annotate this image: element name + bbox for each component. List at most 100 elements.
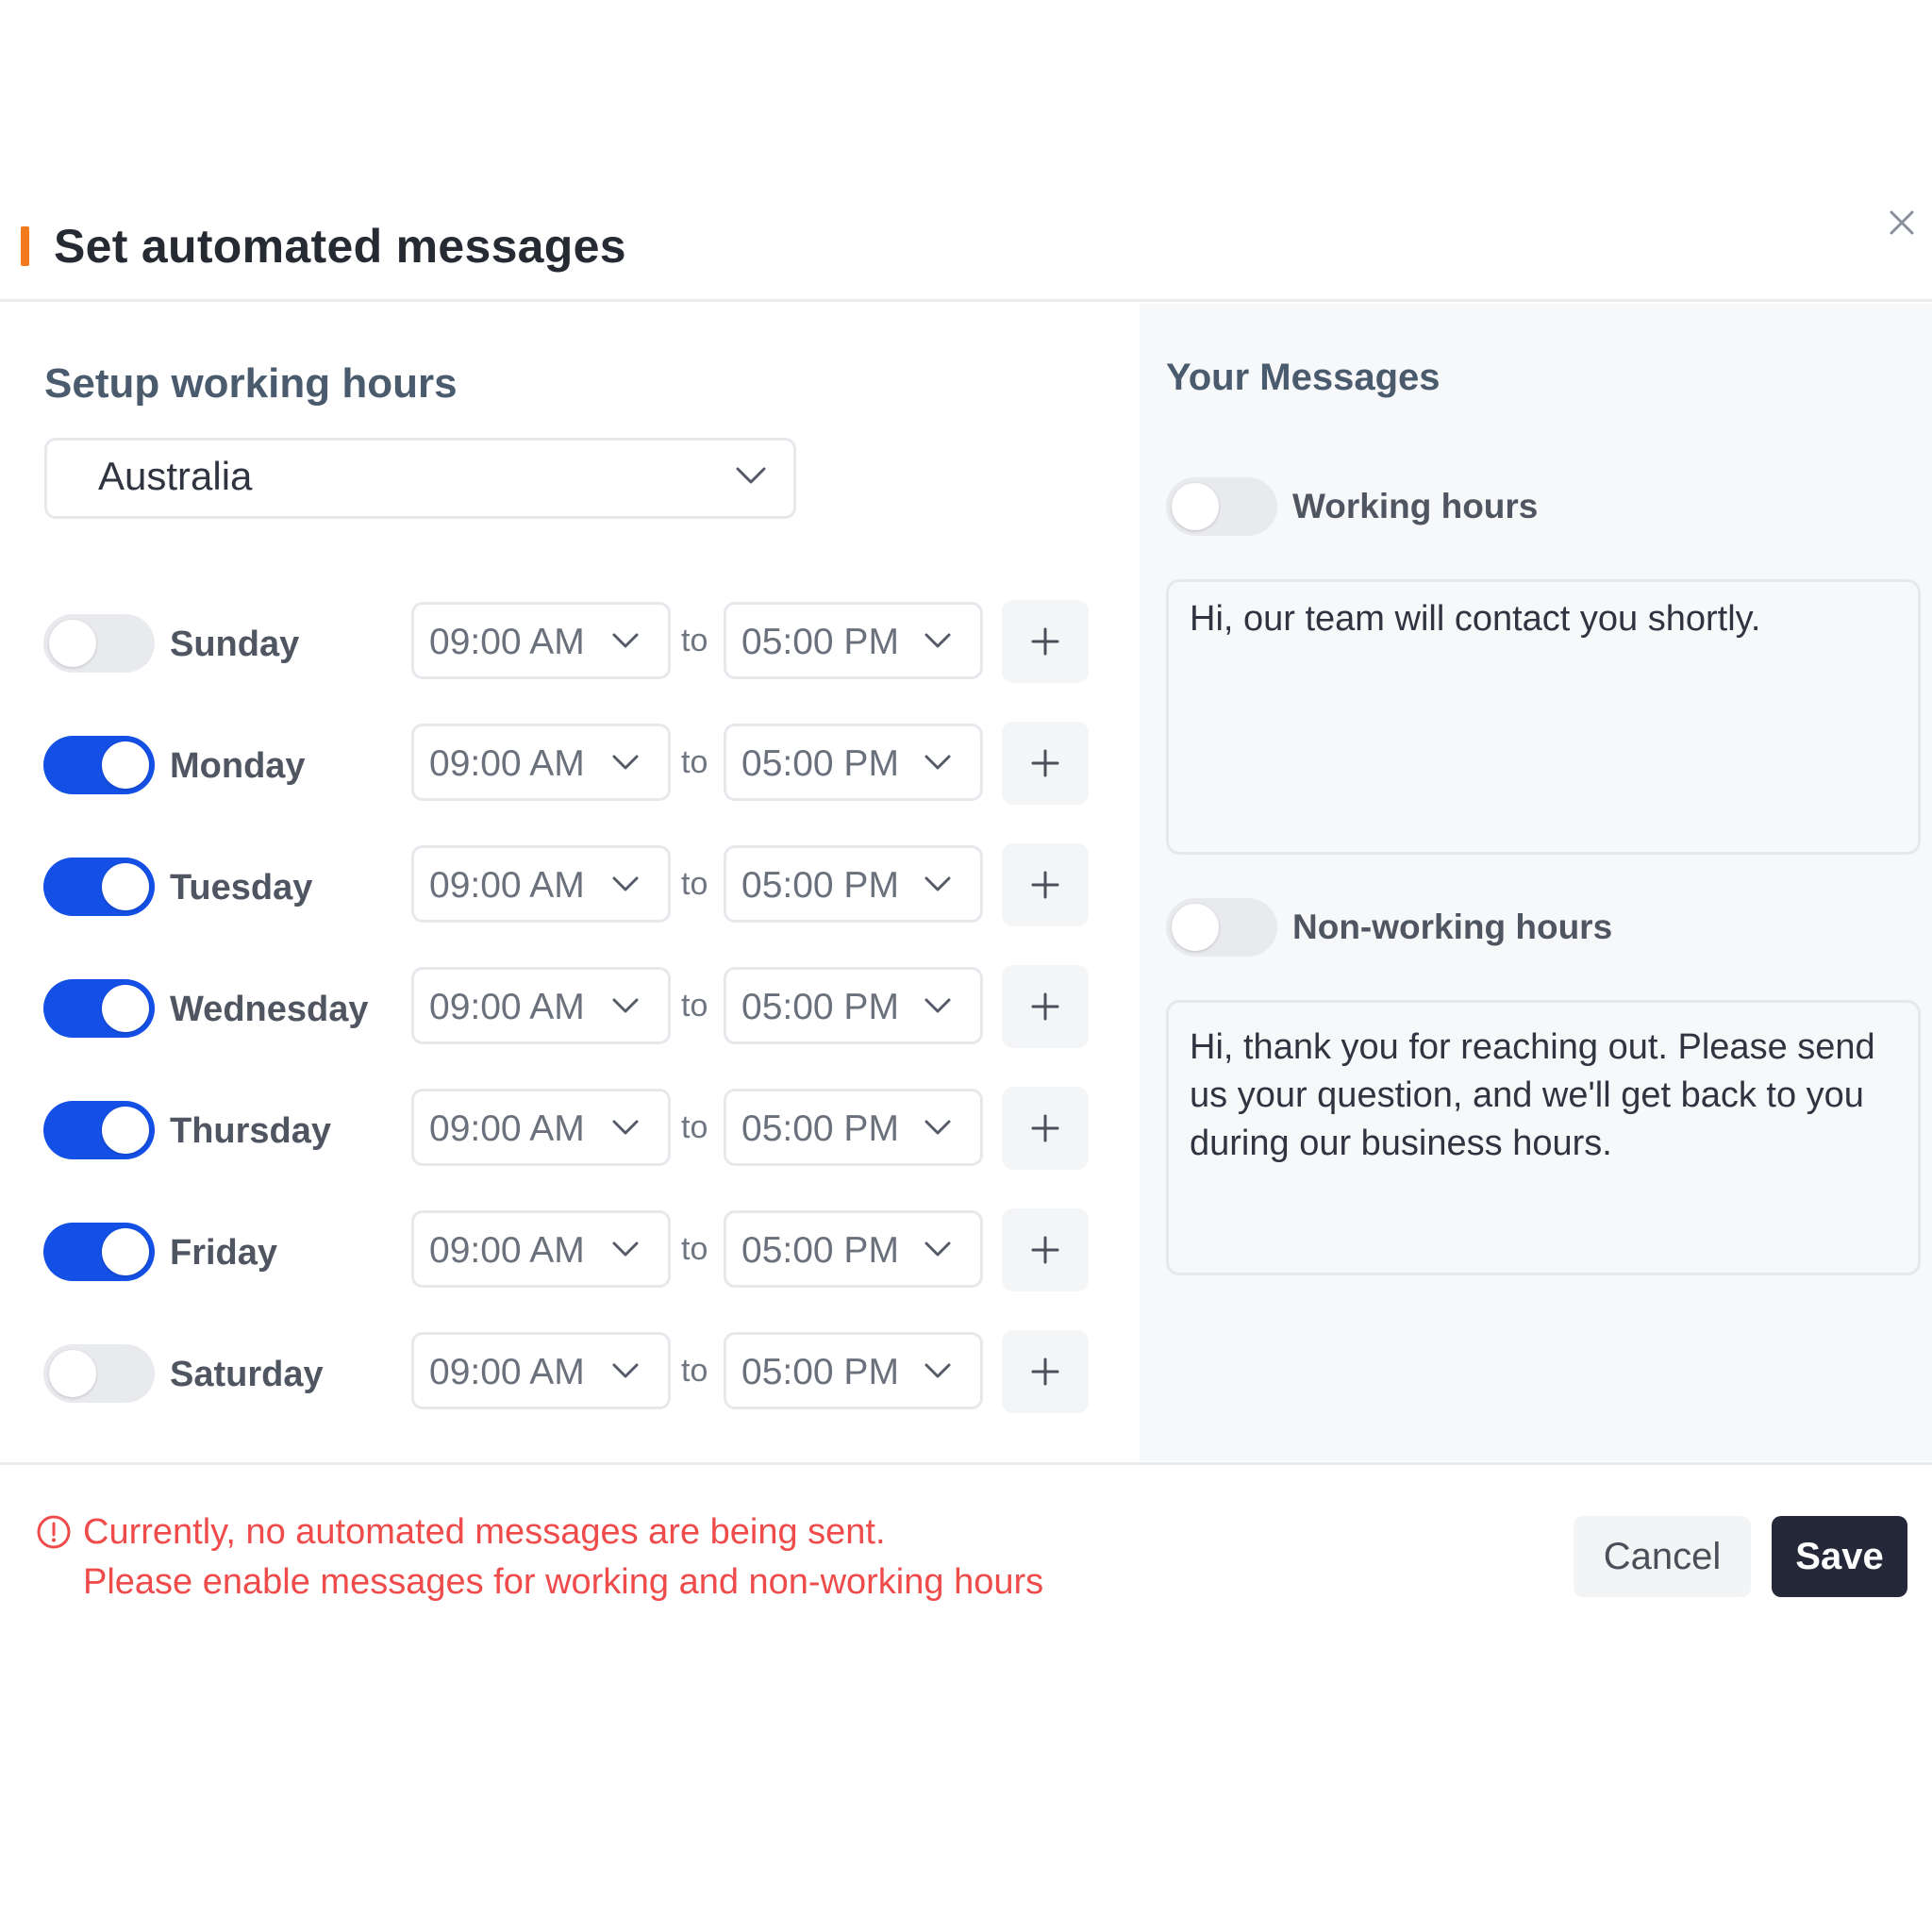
end-time-select[interactable]: 05:00 PM — [724, 1210, 983, 1288]
end-time-select[interactable]: 05:00 PM — [724, 967, 983, 1044]
dialog-title: Set automated messages — [54, 220, 626, 273]
chevron-down-icon — [924, 633, 951, 648]
start-time-value: 09:00 AM — [429, 987, 585, 1027]
start-time-select[interactable]: 09:00 AM — [411, 845, 671, 923]
messages-section-title: Your Messages — [1166, 357, 1441, 398]
end-time-value: 05:00 PM — [741, 1352, 899, 1392]
add-time-range-button[interactable] — [1002, 600, 1089, 683]
toggle-knob — [49, 620, 96, 667]
start-time-select[interactable]: 09:00 AM — [411, 1089, 671, 1166]
day-toggle-monday[interactable] — [43, 736, 155, 794]
day-row-wednesday: Wednesday 09:00 AM to 05:00 PM — [0, 965, 1140, 1048]
working-hours-message-textarea[interactable]: Hi, our team will contact you shortly. — [1166, 579, 1921, 855]
end-time-value: 05:00 PM — [741, 987, 899, 1027]
to-label: to — [681, 1231, 708, 1267]
day-row-sunday: Sunday 09:00 AM to 05:00 PM — [0, 600, 1140, 683]
day-row-saturday: Saturday 09:00 AM to 05:00 PM — [0, 1330, 1140, 1413]
working-hours-panel: Setup working hours Australia Sunday 09:0… — [0, 304, 1140, 1461]
end-time-select[interactable]: 05:00 PM — [724, 845, 983, 923]
start-time-value: 09:00 AM — [429, 1108, 585, 1149]
chevron-down-icon — [924, 755, 951, 770]
plus-icon — [1031, 1357, 1059, 1386]
start-time-value: 09:00 AM — [429, 622, 585, 662]
plus-icon — [1031, 871, 1059, 899]
end-time-select[interactable]: 05:00 PM — [724, 1089, 983, 1166]
add-time-range-button[interactable] — [1002, 843, 1089, 926]
chevron-down-icon — [612, 998, 639, 1013]
cancel-button[interactable]: Cancel — [1574, 1516, 1751, 1597]
messages-panel: Your Messages Working hours Hi, our team… — [1140, 304, 1932, 1461]
chevron-down-icon — [612, 633, 639, 648]
plus-icon — [1031, 627, 1059, 656]
start-time-value: 09:00 AM — [429, 865, 585, 906]
toggle-knob — [102, 985, 149, 1032]
add-time-range-button[interactable] — [1002, 1208, 1089, 1291]
non-working-hours-message-toggle[interactable] — [1166, 898, 1277, 957]
add-time-range-button[interactable] — [1002, 722, 1089, 805]
day-row-thursday: Thursday 09:00 AM to 05:00 PM — [0, 1087, 1140, 1170]
day-label: Saturday — [170, 1355, 324, 1394]
chevron-down-icon — [612, 1120, 639, 1135]
toggle-knob — [102, 741, 149, 789]
toggle-knob — [1172, 904, 1219, 951]
to-label: to — [681, 1109, 708, 1145]
to-label: to — [681, 744, 708, 780]
day-label: Wednesday — [170, 990, 369, 1029]
warning-message-line1: Currently, no automated messages are bei… — [83, 1512, 886, 1552]
day-toggle-sunday[interactable] — [43, 614, 155, 673]
chevron-down-icon — [612, 755, 639, 770]
day-row-monday: Monday 09:00 AM to 05:00 PM — [0, 722, 1140, 805]
alert-circle-icon — [37, 1515, 71, 1549]
day-row-friday: Friday 09:00 AM to 05:00 PM — [0, 1208, 1140, 1291]
start-time-select[interactable]: 09:00 AM — [411, 602, 671, 679]
dialog-footer: Currently, no automated messages are bei… — [0, 1462, 1932, 1604]
non-working-hours-message-textarea[interactable]: Hi, thank you for reaching out. Please s… — [1166, 1000, 1921, 1275]
end-time-select[interactable]: 05:00 PM — [724, 1332, 983, 1409]
add-time-range-button[interactable] — [1002, 1087, 1089, 1170]
start-time-select[interactable]: 09:00 AM — [411, 724, 671, 801]
chevron-down-icon — [612, 1363, 639, 1378]
close-icon — [1890, 210, 1914, 235]
day-toggle-thursday[interactable] — [43, 1101, 155, 1159]
plus-icon — [1031, 992, 1059, 1021]
chevron-down-icon — [924, 876, 951, 891]
add-time-range-button[interactable] — [1002, 965, 1089, 1048]
day-toggle-wednesday[interactable] — [43, 979, 155, 1038]
toggle-knob — [102, 1107, 149, 1154]
working-hours-message-toggle[interactable] — [1166, 477, 1277, 536]
automated-messages-dialog: Set automated messages Setup working hou… — [0, 0, 1932, 1932]
save-button[interactable]: Save — [1772, 1516, 1907, 1597]
plus-icon — [1031, 749, 1059, 777]
day-label: Sunday — [170, 625, 300, 664]
day-row-tuesday: Tuesday 09:00 AM to 05:00 PM — [0, 843, 1140, 926]
close-button[interactable] — [1883, 204, 1921, 242]
non-working-hours-message-label: Non-working hours — [1292, 908, 1613, 946]
to-label: to — [681, 1353, 708, 1389]
chevron-down-icon — [924, 998, 951, 1013]
end-time-select[interactable]: 05:00 PM — [724, 724, 983, 801]
day-label: Friday — [170, 1233, 278, 1273]
day-toggle-friday[interactable] — [43, 1223, 155, 1281]
plus-icon — [1031, 1236, 1059, 1264]
day-label: Thursday — [170, 1111, 332, 1151]
end-time-select[interactable]: 05:00 PM — [724, 602, 983, 679]
toggle-knob — [102, 863, 149, 910]
start-time-select[interactable]: 09:00 AM — [411, 967, 671, 1044]
day-label: Tuesday — [170, 868, 313, 908]
start-time-select[interactable]: 09:00 AM — [411, 1210, 671, 1288]
start-time-select[interactable]: 09:00 AM — [411, 1332, 671, 1409]
chevron-down-icon — [924, 1241, 951, 1257]
day-toggle-tuesday[interactable] — [43, 858, 155, 916]
add-time-range-button[interactable] — [1002, 1330, 1089, 1413]
toggle-knob — [1172, 483, 1219, 530]
start-time-value: 09:00 AM — [429, 1352, 585, 1392]
dialog-header: Set automated messages — [0, 198, 1932, 302]
end-time-value: 05:00 PM — [741, 622, 899, 662]
end-time-value: 05:00 PM — [741, 1108, 899, 1149]
region-select[interactable]: Australia — [44, 438, 796, 519]
day-toggle-saturday[interactable] — [43, 1344, 155, 1403]
chevron-down-icon — [612, 1241, 639, 1257]
end-time-value: 05:00 PM — [741, 865, 899, 906]
region-select-value: Australia — [98, 454, 253, 498]
chevron-down-icon — [736, 467, 766, 484]
